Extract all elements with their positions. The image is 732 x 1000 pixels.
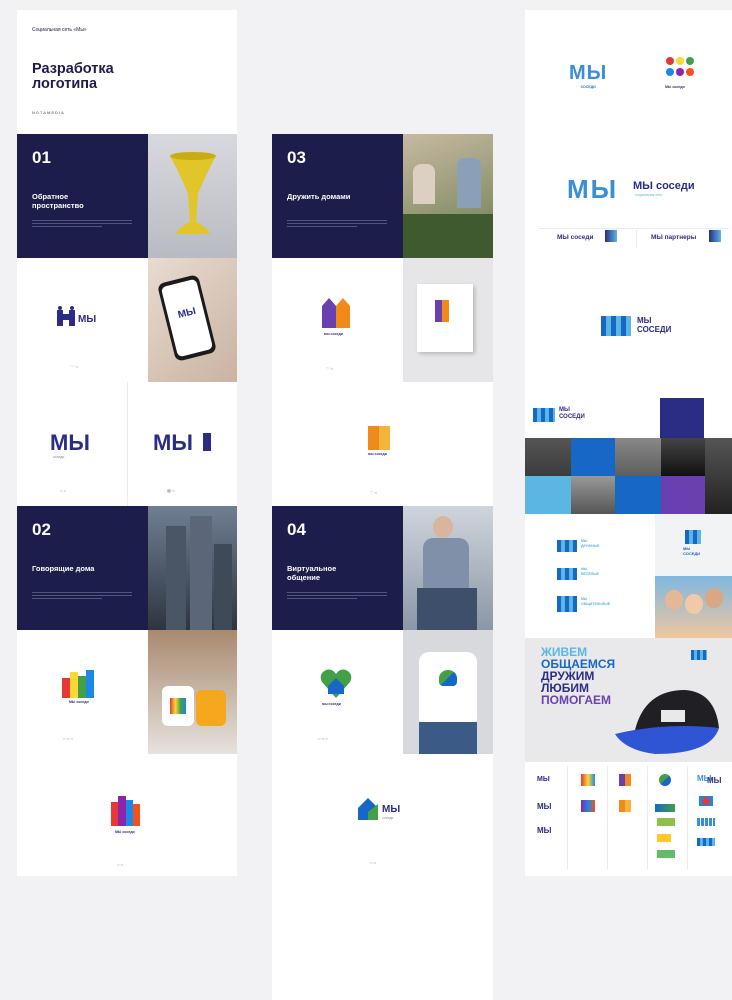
section-title: Виртуальное общение (287, 564, 337, 582)
page-title: Разработка логотипа (32, 61, 114, 92)
section-04-panel: 04 Виртуальное общение (272, 506, 403, 630)
logo-tile-my-building: МЫ ▦·⌂ (127, 382, 237, 506)
logo-tile-houses-square: мы соседи ♡·⌂ (272, 382, 493, 506)
portrait-child (571, 476, 615, 514)
logo-tile-colored-tower: МЫ соседи ⌂·⌂ (17, 754, 237, 876)
corner-logo-icon (691, 650, 707, 660)
logo-tile-house-my: МЫ соседи ⌂·⌂ (272, 754, 493, 878)
heart-house-icon (320, 669, 352, 698)
building-icon (203, 433, 211, 451)
people-logo-icon (601, 316, 631, 336)
logo-my-partners: МЫ партнеры (651, 234, 697, 241)
logo-big-caption: МЫ соседи (633, 180, 695, 192)
logo-tile-moms: МЫ ♡·⌂ (17, 258, 148, 382)
logo-tile-my: МЫ соседи ⌂·⌂ (50, 430, 90, 493)
variant-logos: МЫ ДРУЖНЫЕ МЫ ВЕСЁЛЫЕ МЫ ОБЩИТЕЛЬНЫЕ (525, 514, 655, 638)
pillows-photo (148, 630, 237, 754)
moms-logo-icon (57, 306, 75, 326)
colored-houses-icon (62, 670, 94, 698)
section-number: 01 (32, 148, 51, 167)
variant-logo-box: МЫ СОСЕДИ (655, 514, 732, 576)
section-number: 04 (287, 520, 306, 539)
family-photo (655, 576, 732, 638)
navy-tile (660, 398, 704, 438)
logo-text-my: МЫ (78, 314, 97, 325)
colored-tower-icon (111, 796, 140, 826)
people-logo-text: МЫ СОСЕДИ (637, 316, 672, 334)
shopping-bag-photo (403, 258, 493, 382)
slogan-text: ЖИВЕМ ОБЩАЕМСЯ ДРУЖИМ ЛЮБИМ ПОМОГАЕМ (541, 645, 616, 707)
logo-tile-houses-orange: мы соседи ♡·⌂ (272, 258, 403, 382)
cap-icon (615, 690, 719, 754)
brand-mark: NOTAMEDIA (32, 110, 65, 115)
tshirt-photo (403, 630, 493, 754)
house-small-icon (605, 230, 617, 242)
house-small-icon-2 (709, 230, 721, 242)
businessman-photo (403, 506, 493, 630)
logo-text-my-building: МЫ (153, 430, 193, 455)
phone-photo: МЫ (148, 258, 237, 382)
column-3: МЫ СОСЕДИ МЫ соседи МЫ МЫ соседи социаль… (525, 10, 732, 876)
section-title: Дружить домами (287, 192, 351, 201)
logo-big-my-sosedi: МЫ (567, 174, 619, 204)
logo-tile-heart: мы соседи ○·⌂·⌂ (272, 630, 403, 754)
logo-my-sosedi-small: МЫ соседи (557, 234, 594, 241)
orange-houses-icon (322, 298, 350, 328)
portrait-pregnant (661, 438, 705, 476)
column-2: 03 Дружить домами мы соседи ♡·⌂ мы сосед… (272, 134, 493, 1000)
logo-text-my-large: МЫ (50, 430, 90, 455)
logo-pixel-my: МЫ СОСЕДИ (569, 62, 608, 89)
column-1: Социальная сеть «Мы» Разработка логотипа… (17, 10, 237, 876)
section-03-panel: 03 Дружить домами (272, 134, 403, 258)
section-01-panel: 01 Обратное пространство (17, 134, 148, 258)
houses-square-icon (368, 426, 390, 450)
phone-device: МЫ (156, 274, 218, 362)
people-logo-row: МЫ СОСЕДИ (525, 398, 649, 438)
section-title: Говорящие дома (32, 564, 95, 573)
logo-dots: МЫ соседи (665, 56, 695, 89)
logo-marks-caption: ♡·⌂ (71, 364, 79, 369)
dots-icon (666, 57, 694, 76)
neighbors-photo (403, 134, 493, 258)
slogan-panel: ЖИВЕМ ОБЩАЕМСЯ ДРУЖИМ ЛЮБИМ ПОМОГАЕМ (525, 638, 732, 762)
section-number: 02 (32, 520, 51, 539)
portrait-man (705, 438, 732, 514)
shopping-bag (417, 284, 473, 352)
section-text-lines (32, 218, 132, 229)
vase-icon (170, 152, 216, 234)
city-photo (148, 506, 237, 630)
kicker: Социальная сеть «Мы» (32, 27, 87, 33)
section-title: Обратное пространство (32, 192, 84, 210)
house-my-icon (358, 798, 378, 820)
logo-grid: МЫ МЫ МЫ МЫ МЫ (525, 762, 732, 876)
vase-photo (148, 134, 237, 258)
section-02-panel: 02 Говорящие дома (17, 506, 148, 630)
section-number: 03 (287, 148, 306, 167)
logo-tile-colored-houses: МЫ соседи ○·⌂·⌂ (17, 630, 148, 754)
tshirt (419, 652, 477, 722)
